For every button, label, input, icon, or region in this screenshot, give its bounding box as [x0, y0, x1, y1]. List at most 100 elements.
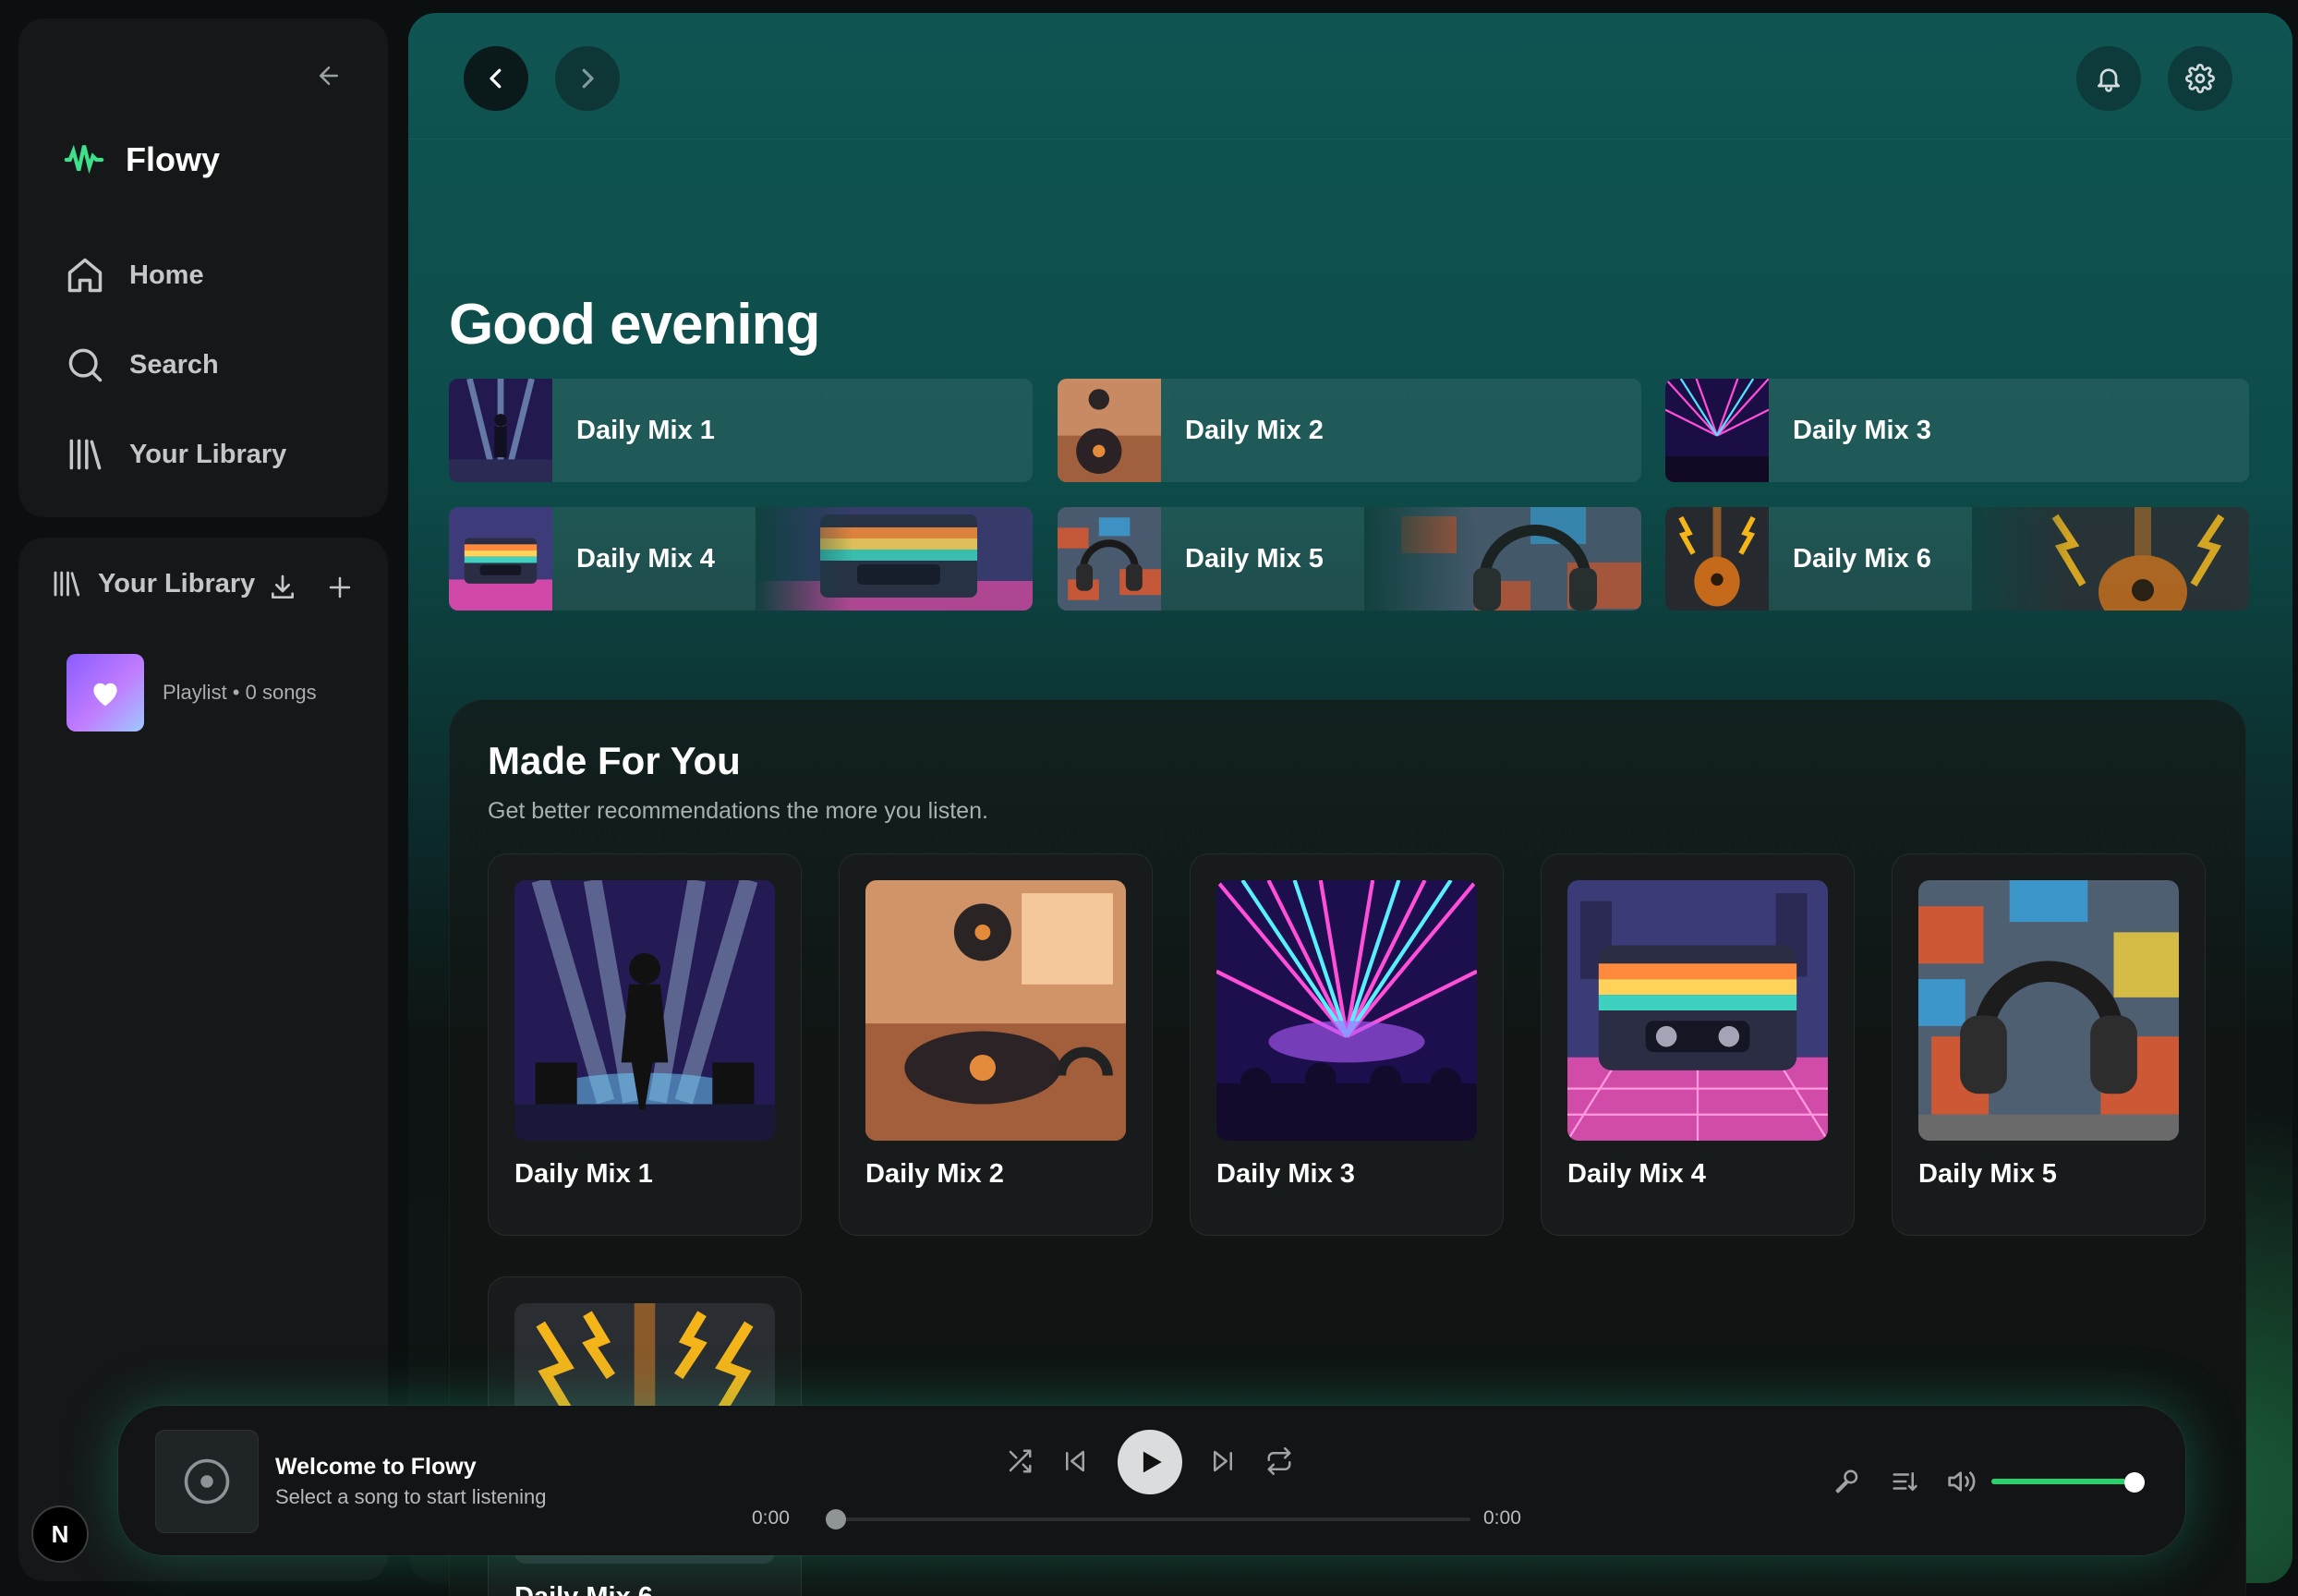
greeting-heading: Good evening	[449, 293, 820, 357]
daily-mix-1-art	[514, 880, 775, 1141]
card-title: Daily Mix 1	[514, 1159, 653, 1189]
collapse-sidebar-button[interactable]	[303, 50, 355, 102]
skip-back-icon	[1066, 1450, 1084, 1472]
nav-item-home[interactable]: Home	[65, 255, 204, 296]
gear-icon	[2185, 64, 2215, 93]
playlist-meta: Playlist • 0 songs	[163, 681, 317, 704]
nav-item-search[interactable]: Search	[65, 345, 219, 385]
card-title: Daily Mix 3	[1216, 1159, 1355, 1189]
card-cover	[1567, 880, 1828, 1141]
elapsed-time: 0:00	[752, 1507, 790, 1529]
card-title: Daily Mix 6	[514, 1582, 653, 1596]
disc-icon	[184, 1458, 230, 1505]
home-icon	[67, 258, 103, 293]
next-button[interactable]	[1206, 1445, 1240, 1478]
playlist-card-daily-mix-4[interactable]: Daily Mix 4	[1541, 853, 1855, 1236]
daily-mix-5-cover	[1058, 507, 1161, 611]
daily-mix-6-banner-art	[1972, 507, 2249, 611]
create-playlist-button[interactable]	[320, 567, 360, 608]
total-duration: 0:00	[1483, 1507, 1521, 1529]
now-playing-cover	[155, 1430, 259, 1533]
library-header[interactable]: Your Library	[50, 567, 255, 600]
card-cover	[514, 880, 775, 1141]
quick-pick-label: Daily Mix 4	[576, 543, 715, 574]
settings-button[interactable]	[2168, 46, 2232, 111]
brand-name: Flowy	[126, 140, 221, 178]
quick-pick-label: Daily Mix 6	[1793, 543, 1931, 574]
daily-mix-1-cover	[449, 379, 552, 482]
play-button[interactable]	[1118, 1430, 1182, 1494]
play-icon	[1143, 1451, 1162, 1473]
quick-pick-daily-mix-3[interactable]: Daily Mix 3	[1665, 379, 2249, 482]
download-icon	[272, 574, 294, 598]
forward-button[interactable]	[555, 46, 620, 111]
quick-pick-label: Daily Mix 2	[1185, 415, 1324, 445]
playlist-card-daily-mix-1[interactable]: Daily Mix 1	[488, 853, 802, 1236]
library-icon	[54, 571, 80, 597]
quick-pick-label: Daily Mix 1	[576, 415, 715, 445]
daily-mix-3-cover	[1665, 379, 1769, 482]
volume-level	[1991, 1479, 2124, 1484]
section-title: Made For You	[488, 739, 741, 782]
plus-icon	[329, 576, 351, 598]
nav-item-label: Search	[129, 349, 219, 380]
playlist-card-daily-mix-2[interactable]: Daily Mix 2	[839, 853, 1153, 1236]
lyrics-button[interactable]	[1831, 1465, 1864, 1498]
repeat-button[interactable]	[1263, 1445, 1296, 1478]
daily-mix-4-art	[1567, 880, 1828, 1141]
daily-mix-5-art	[1918, 880, 2179, 1141]
previous-button[interactable]	[1058, 1445, 1092, 1478]
queue-icon	[1893, 1472, 1917, 1492]
daily-mix-2-cover	[1058, 379, 1161, 482]
user-avatar[interactable]: N	[31, 1505, 89, 1563]
microphone-icon	[1835, 1469, 1858, 1493]
volume-icon	[1948, 1471, 1976, 1492]
quick-pick-daily-mix-1[interactable]: Daily Mix 1	[449, 379, 1033, 482]
quick-pick-daily-mix-4[interactable]: Daily Mix 4	[449, 507, 1033, 611]
card-title: Daily Mix 4	[1567, 1159, 1706, 1189]
card-cover	[1918, 880, 2179, 1141]
library-item-liked-songs[interactable]: Playlist • 0 songs	[67, 654, 317, 732]
section-subtitle: Get better recommendations the more you …	[488, 798, 988, 824]
shuffle-button[interactable]	[1003, 1445, 1036, 1478]
chevron-left-icon	[490, 68, 502, 89]
back-button[interactable]	[464, 46, 528, 111]
now-playing-subtitle: Select a song to start listening	[275, 1485, 547, 1508]
quick-pick-daily-mix-6[interactable]: Daily Mix 6	[1665, 507, 2249, 611]
notifications-button[interactable]	[2076, 46, 2141, 111]
quick-pick-label: Daily Mix 5	[1185, 543, 1324, 574]
card-cover	[865, 880, 1126, 1141]
quick-pick-daily-mix-5[interactable]: Daily Mix 5	[1058, 507, 1641, 611]
daily-mix-4-cover	[449, 507, 552, 611]
volume-slider[interactable]	[1991, 1479, 2135, 1484]
quick-pick-label: Daily Mix 3	[1793, 415, 1931, 445]
repeat-icon	[1267, 1447, 1291, 1475]
nav-item-library[interactable]: Your Library	[65, 434, 286, 475]
skip-forward-icon	[1214, 1450, 1232, 1472]
volume-handle[interactable]	[2124, 1472, 2145, 1493]
daily-mix-4-banner-art	[756, 507, 1033, 611]
bell-icon	[2098, 68, 2120, 92]
download-button[interactable]	[262, 567, 303, 608]
queue-button[interactable]	[1888, 1465, 1921, 1498]
quick-pick-daily-mix-2[interactable]: Daily Mix 2	[1058, 379, 1641, 482]
daily-mix-3-art	[1216, 880, 1477, 1141]
playlist-cover	[67, 654, 144, 732]
seek-handle[interactable]	[826, 1509, 846, 1530]
playlist-card-daily-mix-5[interactable]: Daily Mix 5	[1892, 853, 2206, 1236]
seek-bar[interactable]	[831, 1517, 1470, 1521]
heart-icon	[93, 683, 117, 707]
daily-mix-6-cover	[1665, 507, 1769, 611]
library-title: Your Library	[98, 568, 256, 598]
daily-mix-5-banner-art	[1364, 507, 1641, 611]
soundwave-logo-icon	[64, 144, 104, 175]
volume-button[interactable]	[1945, 1465, 1978, 1498]
arrow-left-icon	[320, 66, 338, 85]
library-icon	[69, 439, 102, 470]
brand[interactable]: Flowy	[63, 139, 220, 181]
chevron-right-icon	[582, 68, 594, 89]
now-playing-title: Welcome to Flowy	[275, 1454, 477, 1480]
playlist-card-daily-mix-3[interactable]: Daily Mix 3	[1190, 853, 1504, 1236]
daily-mix-2-art	[865, 880, 1126, 1141]
card-cover	[1216, 880, 1477, 1141]
